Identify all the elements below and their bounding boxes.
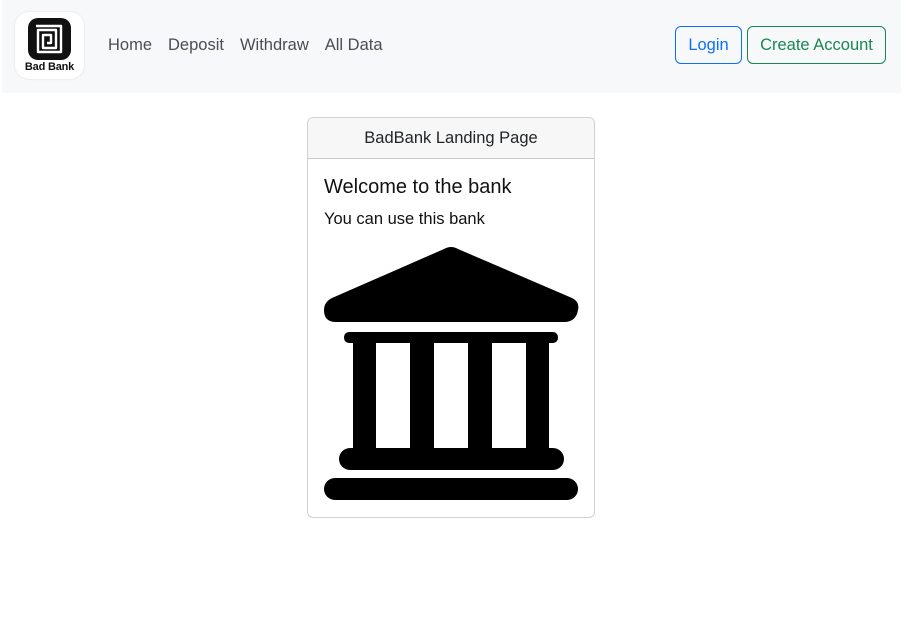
brand-logo[interactable]: Bad Bank bbox=[15, 12, 84, 79]
login-button[interactable]: Login bbox=[675, 26, 742, 64]
nav-home[interactable]: Home bbox=[106, 34, 160, 56]
navbar: Bad Bank Home Deposit Withdraw All Data … bbox=[2, 0, 901, 93]
landing-card: BadBank Landing Page Welcome to the bank… bbox=[307, 117, 595, 518]
card-text: You can use this bank bbox=[324, 210, 485, 228]
brand-name: Bad Bank bbox=[24, 61, 75, 73]
nav-deposit[interactable]: Deposit bbox=[160, 34, 232, 56]
bad-bank-logo-icon bbox=[28, 18, 71, 60]
nav-all-data[interactable]: All Data bbox=[317, 34, 391, 56]
bank-building-icon bbox=[324, 247, 579, 500]
nav-links: Home Deposit Withdraw All Data bbox=[106, 34, 391, 56]
card-title: Welcome to the bank bbox=[324, 176, 512, 198]
nav-withdraw[interactable]: Withdraw bbox=[232, 34, 317, 56]
card-header: BadBank Landing Page bbox=[308, 118, 594, 159]
create-account-button[interactable]: Create Account bbox=[747, 26, 886, 64]
